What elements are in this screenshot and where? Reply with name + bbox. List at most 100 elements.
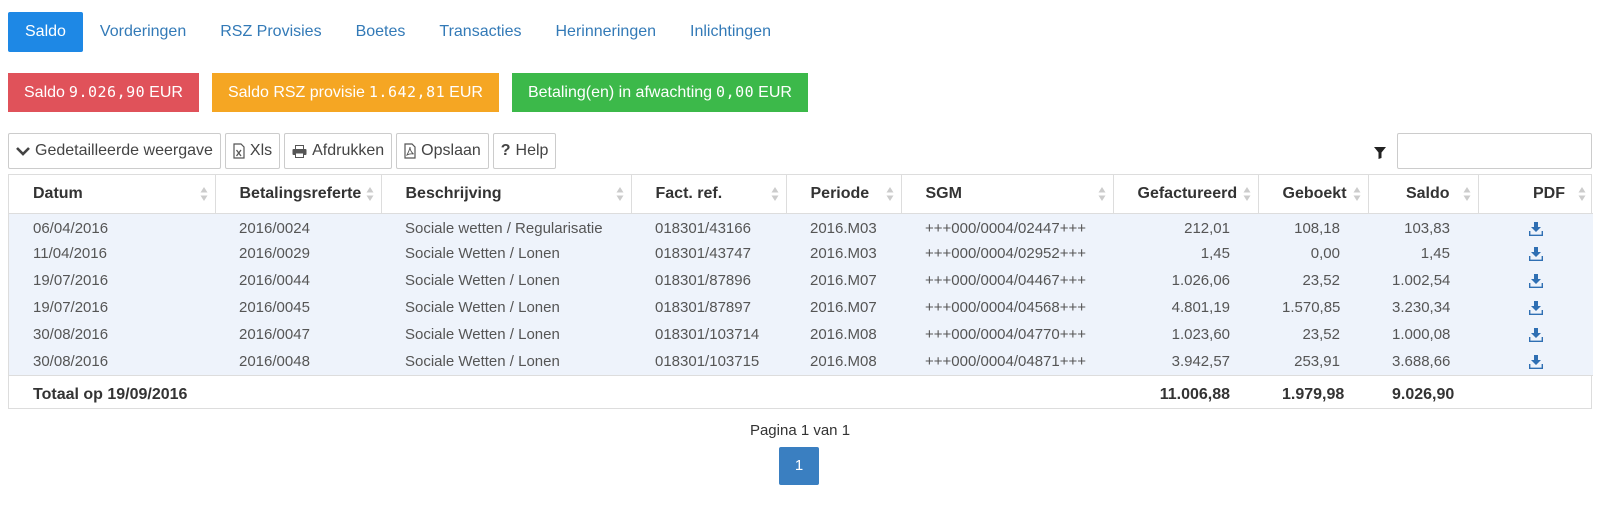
download-icon[interactable]	[1528, 354, 1543, 369]
cell-pdf	[1478, 321, 1593, 348]
cell-periode: 2016.M03	[810, 245, 877, 262]
badge-betaling-en-in-afwachting: Betaling(en) in afwachting 0,00 EUR	[511, 73, 808, 112]
filter-icon	[1374, 147, 1386, 159]
cell-saldo: 3.688,66	[1392, 352, 1451, 370]
tab-rsz-provisies[interactable]: RSZ Provisies	[203, 12, 338, 52]
cell-pdf	[1478, 267, 1593, 294]
column-header-datum[interactable]: Datum	[9, 175, 216, 214]
cell-saldo: 3.230,34	[1392, 299, 1451, 316]
cell-fact-ref: 018301/87897	[655, 299, 751, 316]
column-header-fact-ref[interactable]: Fact. ref.	[631, 175, 787, 214]
table-row: 19/07/2016 2016/0044 Sociale Wetten / Lone…	[9, 267, 1593, 294]
cell-sgm: +++000/0004/02447+++	[925, 220, 1087, 238]
download-icon[interactable]	[1528, 328, 1543, 343]
tab-inlichtingen[interactable]: Inlichtingen	[673, 12, 788, 52]
cell-pdf	[1478, 294, 1593, 321]
column-header-sgm[interactable]: SGM	[901, 175, 1114, 214]
filter-input[interactable]	[1397, 133, 1592, 169]
column-header-label: Saldo	[1405, 184, 1450, 202]
help-label: Help	[515, 142, 549, 159]
sort-icon	[1098, 187, 1105, 201]
cell-periode: 2016.M08	[810, 326, 877, 343]
pdf-file-icon	[404, 143, 416, 159]
column-header-gefactureerd[interactable]: Gefactureerd	[1113, 175, 1259, 214]
xls-label: Xls	[249, 142, 273, 159]
cell-periode: 2016.M08	[810, 352, 877, 370]
download-icon[interactable]	[1528, 247, 1543, 262]
total-geboekt: 1.979,98	[1282, 386, 1345, 404]
download-icon[interactable]	[1528, 301, 1543, 316]
sort-icon	[366, 187, 373, 201]
badge-saldo: Saldo 9.026,90 EUR	[8, 73, 199, 112]
cell-datum: 30/08/2016	[33, 326, 109, 343]
download-icon[interactable]	[1528, 274, 1543, 289]
tab-vorderingen[interactable]: Vorderingen	[83, 12, 203, 52]
cell-beschrijving: Sociale Wetten / Lonen	[405, 352, 560, 370]
badge-label: Saldo	[24, 84, 65, 101]
cell-fact-ref: 018301/43166	[655, 220, 751, 238]
column-header-label: Datum	[33, 184, 83, 202]
tab-bar: Saldo Vorderingen RSZ Provisies Boetes Trans…	[8, 12, 788, 52]
badge-label: Betaling(en) in afwachting	[527, 84, 713, 101]
cell-betalingsreferte: 2016/0047	[239, 326, 310, 343]
badge-currency: EUR	[149, 84, 183, 101]
detailed-view-button[interactable]: Gedetailleerde weergave	[8, 133, 221, 169]
download-icon[interactable]	[1528, 222, 1543, 237]
column-header-periode[interactable]: Periode	[786, 175, 902, 214]
badge-amount: 0,00	[716, 83, 755, 101]
save-label: Opslaan	[421, 142, 481, 159]
chevron-down-icon	[16, 147, 30, 156]
total-gefactureerd: 11.006,88	[1159, 386, 1230, 404]
pagination-label: Pagina 1 van 1	[749, 422, 851, 439]
cell-gefactureerd: 4.801,19	[1171, 299, 1230, 316]
column-header-geboekt[interactable]: Geboekt	[1258, 175, 1369, 214]
cell-datum: 19/07/2016	[33, 272, 109, 289]
table-header: Datum Betalingsreferte Beschrijving Fact. r…	[9, 175, 1593, 214]
column-header-label: Geboekt	[1282, 184, 1347, 202]
sort-icon	[1463, 187, 1470, 201]
column-header-label: Fact. ref.	[655, 184, 723, 202]
cell-saldo: 1.002,54	[1392, 272, 1451, 289]
page-button-1[interactable]: 1	[779, 447, 819, 485]
xls-export-button[interactable]: Xls	[224, 133, 281, 169]
table-row: 06/04/2016 2016/0024 Sociale wetten / Regu…	[9, 213, 1593, 240]
tab-transacties[interactable]: Transacties	[422, 12, 538, 52]
save-pdf-button[interactable]: Opslaan	[396, 133, 489, 169]
column-header-beschrijving[interactable]: Beschrijving	[381, 175, 632, 214]
badge-amount: 9.026,90	[68, 83, 146, 101]
table-row: 19/07/2016 2016/0045 Sociale Wetten / Lone…	[9, 294, 1593, 321]
excel-file-icon	[233, 143, 245, 159]
total-saldo: 9.026,90	[1392, 386, 1455, 404]
table-row: 30/08/2016 2016/0047 Sociale Wetten / Lone…	[9, 321, 1593, 348]
tab-herinneringen[interactable]: Herinneringen	[539, 12, 674, 52]
toolbar: Gedetailleerde weergave Xls Afdrukken Op…	[8, 133, 557, 169]
cell-periode: 2016.M07	[810, 272, 877, 289]
cell-beschrijving: Sociale wetten / Regularisatie	[405, 220, 603, 238]
cell-betalingsreferte: 2016/0045	[239, 299, 310, 316]
cell-pdf	[1478, 240, 1593, 267]
tab-saldo[interactable]: Saldo	[8, 12, 83, 52]
cell-geboekt: 1.570,85	[1282, 299, 1341, 316]
question-mark-icon: ?	[500, 142, 511, 159]
column-header-betalingsreferte[interactable]: Betalingsreferte	[215, 175, 382, 214]
cell-sgm: +++000/0004/02952+++	[925, 245, 1087, 262]
cell-pdf	[1478, 348, 1593, 375]
cell-sgm: +++000/0004/04770+++	[925, 326, 1087, 343]
cell-sgm: +++000/0004/04871+++	[925, 352, 1087, 370]
cell-betalingsreferte: 2016/0024	[239, 220, 310, 238]
cell-sgm: +++000/0004/04467+++	[925, 272, 1087, 289]
help-button[interactable]: ? Help	[492, 133, 557, 169]
cell-fact-ref: 018301/87896	[655, 272, 751, 289]
tab-boetes[interactable]: Boetes	[339, 12, 423, 52]
column-header-saldo[interactable]: Saldo	[1368, 175, 1479, 214]
total-label: Totaal op 19/09/2016	[33, 386, 188, 404]
column-header-pdf[interactable]: PDF	[1478, 175, 1593, 214]
print-button[interactable]: Afdrukken	[284, 133, 393, 169]
total-empty	[1478, 375, 1593, 411]
cell-datum: 06/04/2016	[33, 220, 109, 238]
table-row: 30/08/2016 2016/0048 Sociale Wetten / Lone…	[9, 348, 1593, 375]
badge-currency: EUR	[449, 84, 483, 101]
cell-beschrijving: Sociale Wetten / Lonen	[405, 272, 560, 289]
column-header-label: SGM	[925, 184, 962, 202]
cell-saldo: 1.000,08	[1392, 326, 1451, 343]
